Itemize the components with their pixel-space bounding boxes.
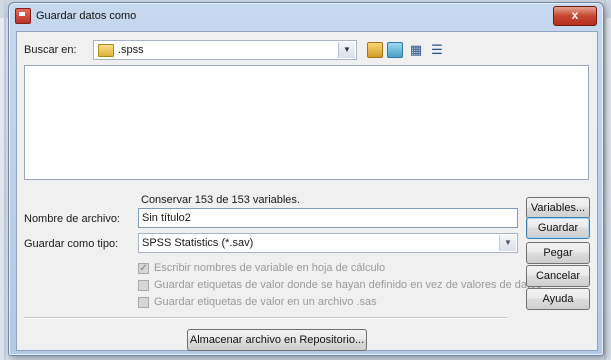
background-grid-line	[604, 0, 606, 360]
option-label: Guardar etiquetas de valor donde se haya…	[154, 279, 542, 291]
keep-variables-text: Conservar 153 de 153 variables.	[141, 194, 300, 206]
option-label: Escribir nombres de variable en hoja de …	[154, 262, 386, 274]
variables-button[interactable]: Variables...	[526, 197, 590, 219]
option-label: Guardar etiquetas de valor en un archivo…	[154, 296, 377, 308]
save-data-dialog: Guardar datos como x Buscar en: .spss ▼ …	[8, 2, 604, 356]
folder-icon	[98, 43, 114, 57]
chevron-down-icon[interactable]: ▼	[338, 42, 355, 58]
new-folder-icon[interactable]	[387, 42, 403, 58]
up-folder-icon[interactable]	[367, 42, 383, 58]
list-view-icon[interactable]: ▦	[408, 42, 424, 58]
save-type-select[interactable]: SPSS Statistics (*.sav) ▼	[138, 233, 518, 253]
file-list[interactable]	[24, 65, 589, 180]
cancel-button[interactable]: Cancelar	[526, 265, 590, 287]
details-view-icon[interactable]: ☰	[429, 42, 445, 58]
checkbox-checked-icon[interactable]: ✓	[138, 262, 149, 274]
title-bar[interactable]: Guardar datos como x	[9, 3, 603, 29]
look-in-folder: .spss	[118, 44, 144, 56]
look-in-dropdown[interactable]: .spss ▼	[93, 40, 357, 60]
save-type-value: SPSS Statistics (*.sav)	[142, 237, 254, 249]
file-name-input[interactable]: Sin título2	[138, 208, 518, 228]
checkbox-icon[interactable]	[138, 279, 149, 291]
save-button[interactable]: Guardar	[526, 217, 590, 239]
option-write-variable-names[interactable]: ✓ Escribir nombres de variable en hoja d…	[138, 262, 385, 274]
paste-button[interactable]: Pegar	[526, 242, 590, 264]
close-button[interactable]: x	[553, 6, 597, 26]
divider	[24, 317, 507, 319]
option-save-value-labels[interactable]: Guardar etiquetas de valor donde se haya…	[138, 279, 542, 291]
save-data-icon	[15, 8, 31, 24]
dialog-body: Buscar en: .spss ▼ ▦ ☰ Conservar 153 de …	[16, 31, 598, 351]
background-grid-line	[4, 0, 6, 360]
save-type-label: Guardar como tipo:	[24, 238, 119, 250]
chevron-down-icon[interactable]: ▼	[499, 235, 516, 251]
checkbox-icon[interactable]	[138, 296, 149, 308]
file-name-label: Nombre de archivo:	[24, 213, 120, 225]
help-button[interactable]: Ayuda	[526, 288, 590, 310]
store-in-repository-button[interactable]: Almacenar archivo en Repositorio...	[187, 329, 367, 351]
option-save-labels-sas[interactable]: Guardar etiquetas de valor en un archivo…	[138, 296, 377, 308]
window-title: Guardar datos como	[36, 10, 137, 22]
look-in-label: Buscar en:	[24, 44, 77, 56]
